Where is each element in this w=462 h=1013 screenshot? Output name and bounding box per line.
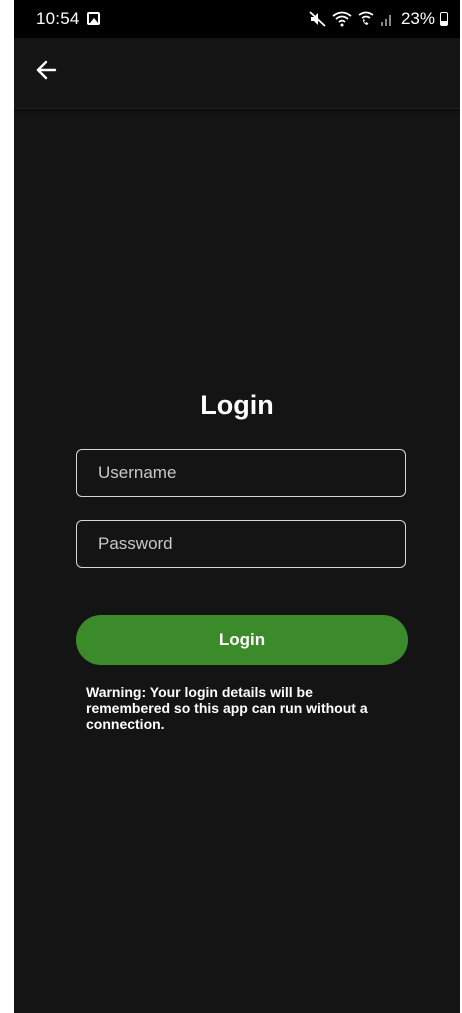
status-bar: 10:54 23% (14, 0, 460, 38)
gallery-icon (87, 12, 100, 25)
wifi-icon (332, 11, 352, 27)
login-button[interactable]: Login (76, 615, 408, 665)
app-screen: 10:54 23% Login Username Login Warning: … (14, 0, 460, 1013)
mute-icon (309, 11, 327, 27)
battery-percent: 23% (400, 9, 435, 28)
status-time: 10:54 (36, 9, 80, 28)
arrow-left-icon (35, 60, 57, 85)
app-bar (14, 38, 460, 109)
page-title: Login (200, 390, 274, 420)
username-field[interactable] (76, 449, 406, 497)
status-icons: 23% (309, 9, 448, 29)
battery-icon (440, 12, 448, 26)
signal-icon (380, 12, 394, 26)
back-button[interactable] (28, 54, 64, 90)
password-field[interactable] (76, 520, 406, 568)
wifi-calling-icon (357, 11, 375, 27)
warning-text: Warning: Your login details will be reme… (86, 684, 368, 732)
